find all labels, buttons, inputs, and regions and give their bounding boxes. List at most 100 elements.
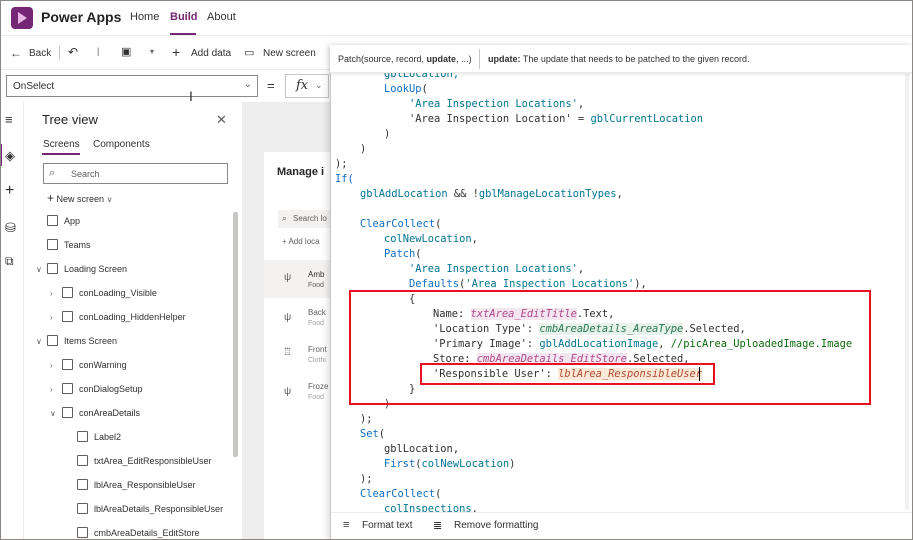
- undo-chevron-icon[interactable]: |: [97, 46, 99, 56]
- media-icon[interactable]: ⧉: [5, 254, 14, 269]
- tree-item-conareadetails[interactable]: ∨ conAreaDetails: [30, 402, 236, 426]
- screen-search-text: Search lo: [293, 214, 327, 223]
- add-icon: +: [47, 191, 55, 205]
- tree-item-app[interactable]: App: [30, 210, 236, 234]
- code-token: colNewLocation: [421, 458, 510, 470]
- power-apps-logo-icon: [11, 7, 33, 29]
- tree-item-lblareadetails-responsibleuser[interactable]: lblAreaDetails_ResponsibleUser: [30, 498, 236, 522]
- tree-item-label: App: [64, 216, 81, 226]
- code-token: ,: [577, 263, 585, 275]
- code-line: );: [360, 473, 373, 485]
- tree-view-panel: Tree view ✕ Screens Components ⌕ Search …: [30, 102, 242, 540]
- add-data-button[interactable]: Add data: [191, 48, 231, 59]
- screen-icon: [47, 335, 58, 346]
- tree-item-cmbareadetails-editstore[interactable]: cmbAreaDetails_EditStore: [30, 522, 236, 540]
- code-token: gblCurrentLocation: [590, 113, 704, 125]
- code-token: =: [571, 113, 591, 125]
- function-signature: Patch(source, record, update, ...): [338, 54, 472, 64]
- tree-scrollbar[interactable]: [233, 212, 238, 457]
- nav-about[interactable]: About: [207, 11, 236, 23]
- tree-item-label: conWarning: [79, 360, 127, 370]
- tree-item-lblarea-responsibleuser[interactable]: lblArea_ResponsibleUser: [30, 474, 236, 498]
- code-scrollbar[interactable]: [905, 74, 909, 510]
- food-icon: ψ: [284, 386, 292, 397]
- container-icon: [62, 311, 73, 322]
- tree-item-loading-screen[interactable]: ∨ Loading Screen: [30, 258, 236, 282]
- tree-item-label: Label2: [94, 432, 122, 442]
- new-screen-dropdown[interactable]: + New screen ∨: [47, 191, 112, 205]
- code-token: Set: [360, 428, 379, 440]
- paste-chevron-icon[interactable]: ▾: [150, 47, 154, 56]
- param-desc-text: The update that needs to be patched to t…: [520, 54, 750, 64]
- undo-icon[interactable]: ↶: [68, 45, 78, 59]
- signature-divider: [479, 49, 480, 69]
- new-screen-icon[interactable]: ▭: [244, 46, 254, 59]
- command-toolbar: ← Back ↶ | ▣ ▾ + Add data ▭ New screen: [0, 36, 330, 70]
- shirt-icon: ♖: [283, 347, 292, 358]
- fx-icon: fx: [296, 78, 309, 93]
- tree-item-condialogsetup[interactable]: › conDialogSetup: [30, 378, 236, 402]
- chevron-down-icon[interactable]: ∨: [50, 409, 56, 418]
- property-dropdown[interactable]: OnSelect ⌄: [6, 75, 258, 97]
- signature-func: Patch(source, record,: [338, 54, 427, 64]
- format-text-button[interactable]: Format text: [362, 520, 413, 531]
- back-button[interactable]: Back: [29, 48, 51, 59]
- insert-plus-icon[interactable]: +: [5, 182, 14, 200]
- property-value: OnSelect: [13, 81, 55, 92]
- chevron-down-icon[interactable]: ∨: [36, 337, 42, 346]
- teams-icon: [47, 239, 58, 250]
- code-line: colNewLocation,: [384, 232, 478, 247]
- paste-icon[interactable]: ▣: [121, 45, 131, 58]
- nav-home[interactable]: Home: [130, 11, 159, 23]
- code-token: 'Area Inspection Locations': [465, 278, 635, 290]
- tree-item-label2[interactable]: Label2: [30, 426, 236, 450]
- chevron-right-icon[interactable]: ›: [50, 313, 53, 322]
- row-name: Froze: [308, 382, 329, 391]
- app-icon: [47, 215, 58, 226]
- remove-formatting-button[interactable]: Remove formatting: [454, 520, 538, 531]
- add-icon[interactable]: +: [172, 44, 180, 60]
- tree-item-conwarning[interactable]: › conWarning: [30, 354, 236, 378]
- nav-build[interactable]: Build: [170, 11, 198, 23]
- code-token: (: [415, 248, 422, 260]
- code-token: ClearCollect: [360, 488, 436, 500]
- hamburger-menu-icon[interactable]: ≡: [5, 112, 13, 127]
- row-sub: Clothi: [308, 357, 326, 364]
- tab-screens[interactable]: Screens: [43, 139, 80, 150]
- screen-title: Manage i: [277, 166, 325, 178]
- code-token: ,: [616, 188, 623, 200]
- close-icon[interactable]: ✕: [216, 112, 227, 128]
- container-icon: [62, 407, 73, 418]
- tree-item-teams[interactable]: Teams: [30, 234, 236, 258]
- code-token: gblAddLocation: [360, 188, 448, 200]
- container-icon: [62, 383, 73, 394]
- code-token: 'Area Inspection Locations': [409, 263, 578, 275]
- signature-active-param: update: [426, 54, 457, 64]
- chevron-down-icon: ⌄: [315, 80, 323, 90]
- chevron-right-icon[interactable]: ›: [50, 385, 53, 394]
- chevron-down-icon[interactable]: ∨: [36, 265, 42, 274]
- tree-search-input[interactable]: ⌕ Search: [43, 163, 228, 184]
- fx-button[interactable]: fx ⌄: [285, 74, 329, 98]
- tree-item-label: lblAreaDetails_ResponsibleUser: [94, 504, 224, 514]
- back-arrow-icon[interactable]: ←: [10, 46, 22, 60]
- tree-item-txtarea-editresponsibleuser[interactable]: txtArea_EditResponsibleUser: [30, 450, 236, 474]
- combobox-icon: [77, 527, 88, 538]
- tree-item-conloading-visible[interactable]: › conLoading_Visible: [30, 282, 236, 306]
- tree-item-conloading-hiddenhelper[interactable]: › conLoading_HiddenHelper: [30, 306, 236, 330]
- tree-item-items-screen[interactable]: ∨ Items Screen: [30, 330, 236, 354]
- code-token: 'Area Inspection Locations': [409, 98, 578, 110]
- database-icon[interactable]: ⛁: [5, 220, 16, 236]
- layers-icon[interactable]: ◈: [5, 148, 15, 164]
- format-text-icon[interactable]: ≡: [343, 519, 349, 531]
- tab-components[interactable]: Components: [93, 139, 150, 150]
- code-line: 'Area Inspection Location' = gblCurrentL…: [409, 112, 703, 127]
- screen-add-location[interactable]: + Add loca: [282, 237, 320, 246]
- remove-formatting-icon[interactable]: ≣: [433, 519, 442, 532]
- chevron-right-icon[interactable]: ›: [50, 289, 53, 298]
- chevron-right-icon[interactable]: ›: [50, 361, 53, 370]
- code-line: First(colNewLocation): [384, 457, 515, 472]
- label-icon: [77, 503, 88, 514]
- new-screen-button[interactable]: New screen: [263, 48, 316, 59]
- container-icon: [62, 359, 73, 370]
